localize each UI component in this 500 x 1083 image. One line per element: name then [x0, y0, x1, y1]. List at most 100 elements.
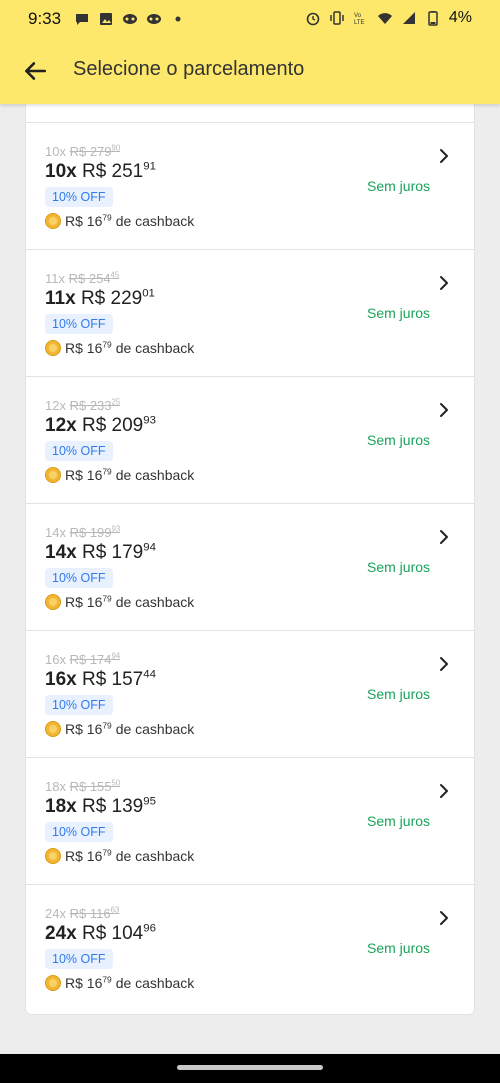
original-installment-price: 12x R$ 23325 [45, 398, 120, 413]
cashback-cents: 79 [102, 593, 112, 604]
original-price-cents: 45 [110, 270, 120, 280]
installment-count: 16x [45, 669, 77, 690]
discount-badge: 10% OFF [45, 314, 113, 334]
installment-cents: 44 [143, 668, 156, 681]
installment-option[interactable]: 11x R$ 25445 11x R$ 22901 10% OFF R$ 167… [26, 250, 474, 377]
cashback-cents: 79 [102, 212, 112, 223]
installment-option[interactable]: 18x R$ 15550 18x R$ 13995 10% OFF R$ 167… [26, 758, 474, 885]
installment-reais: R$ 229 [80, 288, 143, 309]
installment-cents: 96 [143, 922, 156, 935]
cashback-label: de cashback [115, 975, 195, 991]
chevron-right-icon [440, 911, 448, 925]
mask-icon [123, 14, 137, 24]
cashback-cents: 79 [102, 847, 112, 858]
cashback-info: R$ 1679 de cashback [45, 594, 194, 610]
original-price: R$ 17494 [70, 652, 121, 667]
wifi-icon [377, 13, 392, 24]
chevron-right-icon [440, 784, 448, 798]
installment-count: 12x [45, 415, 77, 436]
installment-reais: R$ 209 [81, 415, 144, 436]
cashback-info: R$ 1679 de cashback [45, 213, 194, 229]
installment-reais: R$ 157 [81, 669, 144, 690]
battery-icon [428, 11, 438, 26]
installment-price: 11x R$ 22901 [45, 288, 155, 310]
cashback-label: de cashback [115, 721, 195, 737]
notification-icons [74, 11, 186, 27]
dot-icon [175, 16, 181, 22]
original-installment-price: 16x R$ 17494 [45, 652, 120, 667]
cashback-label: de cashback [115, 594, 195, 610]
installment-option[interactable]: 24x R$ 11663 24x R$ 10496 10% OFF R$ 167… [26, 885, 474, 1011]
cashback-label: de cashback [115, 213, 195, 229]
installment-price: 14x R$ 17994 [45, 542, 156, 564]
chevron-right-icon [440, 276, 448, 290]
system-icons: Vo LTE 4% [305, 9, 472, 27]
chat-icon [76, 14, 88, 25]
svg-text:Vo: Vo [354, 13, 362, 19]
interest-free-label: Sem juros [367, 559, 431, 575]
installment-price: 10x R$ 25191 [45, 161, 156, 183]
installment-cents: 93 [143, 414, 156, 427]
coin-icon [45, 975, 61, 991]
original-installment-price: 18x R$ 15550 [45, 779, 120, 794]
original-price-cents: 90 [111, 143, 121, 153]
mask-icon [147, 14, 161, 24]
installment-option[interactable]: 16x R$ 17494 16x R$ 15744 10% OFF R$ 167… [26, 631, 474, 758]
installment-cents: 91 [143, 160, 156, 173]
discount-badge: 10% OFF [45, 441, 113, 461]
cashback-label: de cashback [115, 467, 195, 483]
cashback-reais: R$ 16 [65, 213, 103, 229]
cashback-label: de cashback [115, 848, 195, 864]
original-count: 24x [45, 906, 66, 921]
installment-cents: 94 [143, 541, 156, 554]
original-price: R$ 23325 [70, 398, 121, 413]
original-count: 11x [45, 271, 65, 286]
cashback-label: de cashback [115, 340, 195, 356]
installment-list: 10x R$ 27990 10x R$ 25191 10% OFF R$ 167… [25, 104, 475, 1015]
installment-option[interactable]: 12x R$ 23325 12x R$ 20993 10% OFF R$ 167… [26, 377, 474, 504]
original-price-reais: R$ 233 [69, 398, 112, 413]
chevron-right-icon [440, 530, 448, 544]
volte-icon: VoLTE [354, 13, 365, 26]
installment-price: 24x R$ 10496 [45, 923, 156, 945]
cashback-amount: R$ 1679 [65, 213, 112, 229]
status-time: 9:33 [28, 9, 62, 28]
cashback-reais: R$ 16 [65, 594, 103, 610]
list-top-edge [26, 104, 474, 123]
original-price: R$ 11663 [70, 906, 120, 921]
back-arrow-icon[interactable] [22, 58, 48, 84]
discount-badge: 10% OFF [45, 822, 113, 842]
discount-badge: 10% OFF [45, 187, 113, 207]
interest-free-label: Sem juros [367, 686, 431, 702]
installment-reais: R$ 179 [81, 542, 144, 563]
cashback-cents: 79 [102, 974, 112, 985]
installment-option[interactable]: 14x R$ 19993 14x R$ 17994 10% OFF R$ 167… [26, 504, 474, 631]
original-price: R$ 27990 [70, 144, 121, 159]
cashback-cents: 79 [102, 339, 112, 350]
original-price-reais: R$ 279 [69, 144, 112, 159]
chevron-right-icon [440, 657, 448, 671]
installment-option[interactable]: 10x R$ 27990 10x R$ 25191 10% OFF R$ 167… [26, 123, 474, 250]
home-gesture-handle[interactable] [177, 1065, 323, 1070]
installment-price: 12x R$ 20993 [45, 415, 156, 437]
interest-free-label: Sem juros [367, 305, 431, 321]
cashback-info: R$ 1679 de cashback [45, 340, 194, 356]
original-price-cents: 50 [111, 778, 121, 788]
installment-reais: R$ 251 [81, 161, 144, 182]
installment-reais: R$ 139 [81, 796, 144, 817]
installment-price: 16x R$ 15744 [45, 669, 156, 691]
discount-badge: 10% OFF [45, 568, 113, 588]
original-installment-price: 24x R$ 11663 [45, 906, 119, 921]
original-price: R$ 25445 [69, 271, 120, 286]
original-installment-price: 10x R$ 27990 [45, 144, 120, 159]
cashback-info: R$ 1679 de cashback [45, 848, 194, 864]
cashback-amount: R$ 1679 [65, 594, 112, 610]
original-count: 18x [45, 779, 66, 794]
original-price-reais: R$ 155 [69, 779, 112, 794]
installment-count: 11x [45, 288, 76, 309]
installment-count: 18x [45, 796, 77, 817]
svg-text:LTE: LTE [354, 20, 365, 26]
original-price: R$ 15550 [70, 779, 121, 794]
original-price-reais: R$ 174 [69, 652, 112, 667]
cashback-amount: R$ 1679 [65, 975, 112, 991]
